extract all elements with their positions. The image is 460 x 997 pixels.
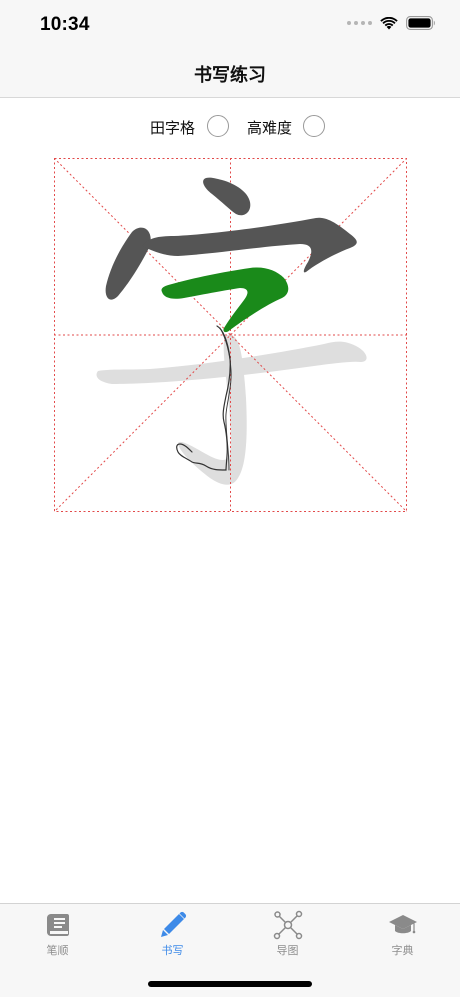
signal-icon [347,21,372,25]
hard-option-label: 高难度 [247,119,293,137]
done-stroke-roof [142,217,357,273]
pencil-icon [161,911,187,937]
status-bar: 10:34 [0,0,460,48]
graduation-cap-icon [389,915,417,934]
tab-bar: 笔顺 书写 导图 字典 [0,903,460,997]
done-stroke-left-dot [105,227,151,300]
tab-label: 笔顺 [46,944,69,957]
tab-bishun[interactable]: 笔顺 [0,904,115,966]
mindmap-icon [273,910,303,940]
current-stroke [161,267,289,333]
remaining-stroke-vertical-hook [178,334,247,485]
writing-canvas[interactable] [54,158,407,512]
grid-option-label: 田字格 [150,119,196,137]
book-icon [47,914,69,936]
tab-label: 书写 [161,944,184,957]
page-title: 书写练习 [194,65,266,86]
tab-label: 导图 [276,944,299,957]
hard-option-radio[interactable] [303,115,325,137]
tab-label: 字典 [391,944,414,957]
done-stroke-dot [203,177,251,216]
battery-icon [406,16,435,30]
status-time: 10:34 [40,14,90,35]
writing-grid [54,158,407,512]
tab-daotu[interactable]: 导图 [230,904,345,966]
options-row: 田字格 高难度 [0,112,460,142]
status-icons [347,16,436,30]
tab-zidian[interactable]: 字典 [345,904,460,966]
wifi-icon [380,16,398,29]
nav-bar: 书写练习 [0,48,460,98]
tab-shuxie[interactable]: 书写 [115,904,230,966]
grid-option-radio[interactable] [207,115,229,137]
home-indicator [148,981,312,987]
